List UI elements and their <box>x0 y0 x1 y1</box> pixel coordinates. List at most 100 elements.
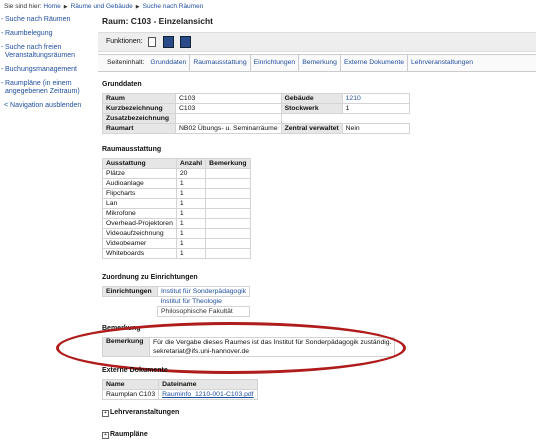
tab-einrichtungen[interactable]: Einrichtungen <box>251 55 300 71</box>
sidebar-item-freie-raeume[interactable]: - Suche nach freien Veranstaltungsräumen <box>0 44 92 60</box>
tab-lehrveranstaltungen[interactable]: Lehrveranstaltungen <box>408 55 476 71</box>
table-cell <box>205 218 251 229</box>
lehrveranstaltungen-toggle[interactable]: + Lehrveranstaltungen <box>102 409 179 417</box>
zentral-value: Nein <box>341 123 410 134</box>
raumausstattung-heading: Raumausstattung <box>102 146 162 153</box>
raum-label: Raum <box>102 93 176 104</box>
breadcrumb-suche[interactable]: Suche nach Räumen <box>143 3 204 10</box>
expand-icon: + <box>102 432 109 439</box>
raum-value: C103 <box>175 93 282 104</box>
stockwerk-label: Stockwerk <box>280 103 343 114</box>
table-cell: 1 <box>175 208 207 219</box>
table-cell <box>205 228 251 239</box>
table-row: Whiteboards 1 <box>102 248 251 259</box>
bullet-icon: - <box>1 16 4 23</box>
chevron-right-icon: ▶ <box>135 4 140 10</box>
einrichtung-link-theologie[interactable]: Institut für Theologie <box>161 298 222 305</box>
ausstattung-table: Ausstattung Anzahl Bemerkung Plätze 20 Au… <box>102 158 251 259</box>
sidebar-item-raumbelegung[interactable]: - Raumbelegung <box>0 30 92 38</box>
tab-grunddaten[interactable]: Grunddaten <box>147 55 191 71</box>
table-cell: 1 <box>175 198 207 209</box>
zentral-label: Zentral verwaltet <box>280 123 343 134</box>
col-header-anzahl: Anzahl <box>175 158 207 169</box>
functions-bar: Funktionen: <box>98 32 536 52</box>
export-icon[interactable] <box>163 36 174 48</box>
col-header-ausstattung: Ausstattung <box>102 158 177 169</box>
expand-icon: + <box>102 410 109 417</box>
chevron-right-icon: ▶ <box>63 4 68 10</box>
page-content-tabs: Seiteninhalt: Grunddaten Raumausstattung Ei… <box>98 54 536 72</box>
table-cell: Flipcharts <box>102 188 177 199</box>
sidebar-item-label: Buchungsmanagement <box>5 66 77 73</box>
sidebar-item-label: Suche nach Räumen <box>5 16 71 23</box>
table-cell <box>205 188 251 199</box>
einrichtungen-heading: Zuordnung zu Einrichtungen <box>102 274 198 281</box>
table-row: Videoaufzeichnung 1 <box>102 228 251 239</box>
table-cell <box>205 168 251 179</box>
table-row: Mikrofone 1 <box>102 208 251 219</box>
sidebar: - Suche nach Räumen - Raumbelegung - Suche … <box>0 16 92 109</box>
table-cell <box>205 208 251 219</box>
breadcrumb-home[interactable]: Home <box>43 3 60 10</box>
externe-dokumente-table: Name Dateiname Raumplan C103 Rauminfo_12… <box>101 379 258 400</box>
gebaeude-link[interactable]: 1210 <box>346 95 361 102</box>
table-cell: Plätze <box>102 168 177 179</box>
table-cell: Mikrofone <box>102 208 177 219</box>
einrichtungen-label: Einrichtungen <box>102 286 158 297</box>
hide-navigation-link[interactable]: < Navigation ausblenden <box>0 102 92 109</box>
table-row: Lan 1 <box>102 198 251 209</box>
sidebar-item-buchung[interactable]: - Buchungsmanagement <box>0 66 92 74</box>
table-row: Plätze 20 <box>102 168 251 179</box>
breadcrumb-raeume[interactable]: Räume und Gebäude <box>71 3 133 10</box>
table-row: Audioanlage 1 <box>102 178 251 189</box>
hide-navigation-label: Navigation ausblenden <box>10 102 82 109</box>
chevron-left-icon: < <box>4 102 9 109</box>
document-icon[interactable] <box>148 37 156 47</box>
functions-label: Funktionen: <box>106 38 143 45</box>
table-cell <box>205 198 251 209</box>
table-cell: 20 <box>175 168 207 179</box>
table-row: Raumplan C103 Rauminfo_1210-001-C103.pdf <box>101 389 258 400</box>
table-cell: Overhead-Projektoren <box>102 218 177 229</box>
tab-externe-dokumente[interactable]: Externe Dokumente <box>341 55 409 71</box>
tab-raumausstattung[interactable]: Raumausstattung <box>190 55 251 71</box>
table-cell <box>205 248 251 259</box>
sidebar-item-suche-raeume[interactable]: - Suche nach Räumen <box>0 16 92 24</box>
table-cell <box>205 238 251 249</box>
sidebar-item-raumplaene[interactable]: - Raumpläne (in einem angegebenen Zeitrau… <box>0 80 92 96</box>
zusatz-value <box>175 113 282 124</box>
grunddaten-table: Raum C103 Gebäude 1210 Kurzbezeichnung C… <box>102 93 410 134</box>
einrichtung-link-philosophie[interactable]: Philosophische Fakultät <box>161 308 233 315</box>
col-header-name: Name <box>101 379 160 390</box>
einrichtung-link-sonderpaedagogik[interactable]: Institut für Sonderpädagogik <box>161 288 246 295</box>
col-header-dateiname: Dateiname <box>158 379 258 390</box>
sidebar-item-label: Raumpläne (in einem angegebenen Zeitraum… <box>5 80 80 95</box>
bullet-icon: - <box>1 66 4 73</box>
table-cell: 1 <box>175 228 207 239</box>
bullet-icon: - <box>1 80 4 87</box>
page-title: Raum: C103 - Einzelansicht <box>102 16 214 26</box>
kurz-label: Kurzbezeichnung <box>102 103 176 114</box>
sidebar-item-label: Raumbelegung <box>5 30 53 37</box>
raumplaene-toggle[interactable]: + Raumpläne <box>102 431 148 439</box>
einrichtungen-table: Einrichtungen Institut für Sonderpädagog… <box>102 286 251 317</box>
tab-bemerkung[interactable]: Bemerkung <box>299 55 341 71</box>
document-file-link[interactable]: Rauminfo_1210-001-C103.pdf <box>162 391 253 398</box>
raumart-value: NB02 Übungs- u. Seminarräume <box>175 123 282 134</box>
breadcrumb: Sie sind hier: Home ▶ Räume und Gebäude ▶ Su… <box>4 3 203 10</box>
zusatz-label: Zusatzbezeichnung <box>102 113 176 124</box>
breadcrumb-prefix: Sie sind hier: <box>4 3 42 10</box>
table-cell: 1 <box>175 248 207 259</box>
col-header-bemerkung: Bemerkung <box>205 158 251 169</box>
sidebar-item-label: Suche nach freien Veranstaltungsräumen <box>5 44 76 59</box>
raumart-label: Raumart <box>102 123 176 134</box>
kurz-value: C103 <box>175 103 282 114</box>
table-cell: Videobeamer <box>102 238 177 249</box>
bullet-icon: - <box>1 30 4 37</box>
save-icon[interactable] <box>180 36 191 48</box>
grunddaten-heading: Grunddaten <box>102 81 142 88</box>
table-row: Videobeamer 1 <box>102 238 251 249</box>
table-cell: Audioanlage <box>102 178 177 189</box>
table-cell: 1 <box>175 188 207 199</box>
stockwerk-value: 1 <box>341 103 410 114</box>
